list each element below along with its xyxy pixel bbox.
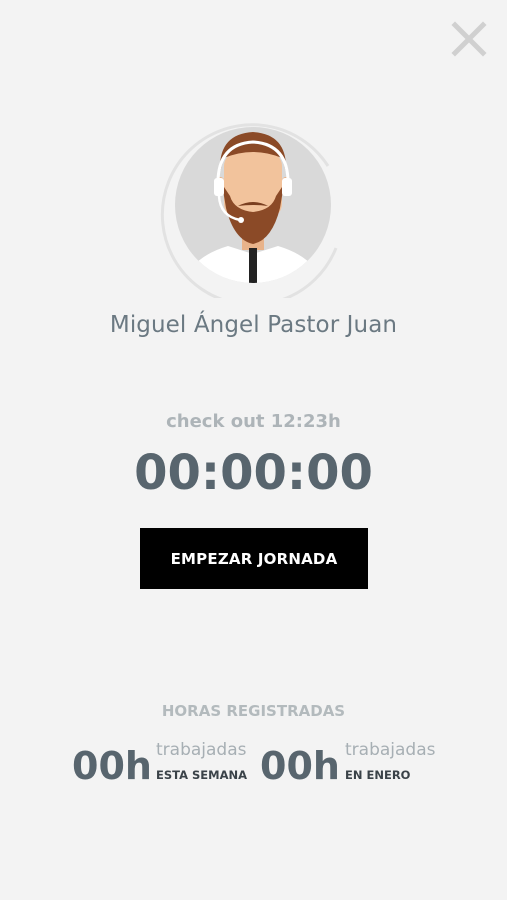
agent-avatar-icon xyxy=(160,123,338,307)
work-timer: 00:00:00 xyxy=(134,445,373,501)
stat-week-period: ESTA SEMANA xyxy=(156,768,248,782)
close-icon xyxy=(451,21,487,57)
stat-month-value: 00h xyxy=(260,744,340,788)
stat-week-value: 00h xyxy=(72,744,152,788)
start-workday-button[interactable]: EMPEZAR JORNADA xyxy=(140,528,368,589)
user-name: Miguel Ángel Pastor Juan xyxy=(109,312,398,338)
stat-month-sub: trabajadas xyxy=(345,740,436,760)
checkout-status: check out 12:23h xyxy=(166,411,341,432)
stat-week-sub: trabajadas xyxy=(156,740,247,760)
hours-registered-title: HORAS REGISTRADAS xyxy=(161,702,346,720)
avatar xyxy=(158,108,348,307)
stat-month-period: EN ENERO xyxy=(345,768,411,782)
close-button[interactable] xyxy=(450,20,488,58)
